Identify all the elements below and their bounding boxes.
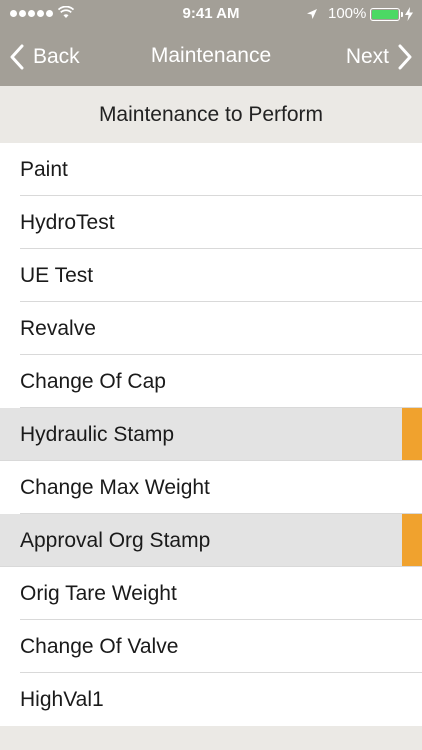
list-item[interactable]: Revalve (0, 302, 422, 355)
list-item-label: HighVal1 (20, 688, 104, 711)
battery-icon (370, 8, 403, 21)
list-item-label: Change Of Cap (20, 370, 166, 393)
list-item-label: Paint (20, 158, 68, 181)
navigation-bar: Back Maintenance Next (0, 28, 422, 86)
top-bar: 9:41 AM 100% Back Maintenance Next (0, 0, 422, 86)
list-item[interactable]: HydroTest (0, 196, 422, 249)
location-arrow-icon (307, 9, 317, 19)
next-button-label: Next (345, 45, 389, 68)
bolt-icon (405, 7, 413, 21)
list-item-label: HydroTest (20, 211, 115, 234)
selection-marker (402, 514, 422, 567)
next-button[interactable]: Next (346, 41, 412, 73)
list-item[interactable]: Change Max Weight (0, 461, 422, 514)
list-item-label: Change Max Weight (20, 476, 210, 499)
list-item-label: Orig Tare Weight (20, 582, 177, 605)
list-item-label: Hydraulic Stamp (20, 423, 175, 446)
list-item[interactable]: UE Test (0, 249, 422, 302)
battery-percent: 100% (328, 5, 367, 22)
list-item-label: UE Test (20, 264, 94, 287)
list-footer (0, 726, 422, 750)
selection-marker (402, 408, 422, 461)
list-item-label: Revalve (20, 317, 96, 340)
list-item[interactable]: Change Of Cap (0, 355, 422, 408)
list-item[interactable]: Hydraulic Stamp (0, 408, 422, 461)
list-item-label: Approval Org Stamp (20, 529, 211, 552)
chevron-right-icon (398, 44, 412, 70)
section-header: Maintenance to Perform (0, 86, 422, 143)
maintenance-list: Paint HydroTest UE Test Revalve Change Of Ca… (0, 143, 422, 726)
list-item[interactable]: Change Of Valve (0, 620, 422, 673)
list-item[interactable]: Approval Org Stamp (0, 514, 422, 567)
list-item[interactable]: HighVal1 (0, 673, 422, 726)
status-bar: 9:41 AM 100% (0, 0, 422, 28)
list-item[interactable]: Orig Tare Weight (0, 567, 422, 620)
list-item[interactable]: Paint (0, 143, 422, 196)
list-item-label: Change Of Valve (20, 635, 179, 658)
